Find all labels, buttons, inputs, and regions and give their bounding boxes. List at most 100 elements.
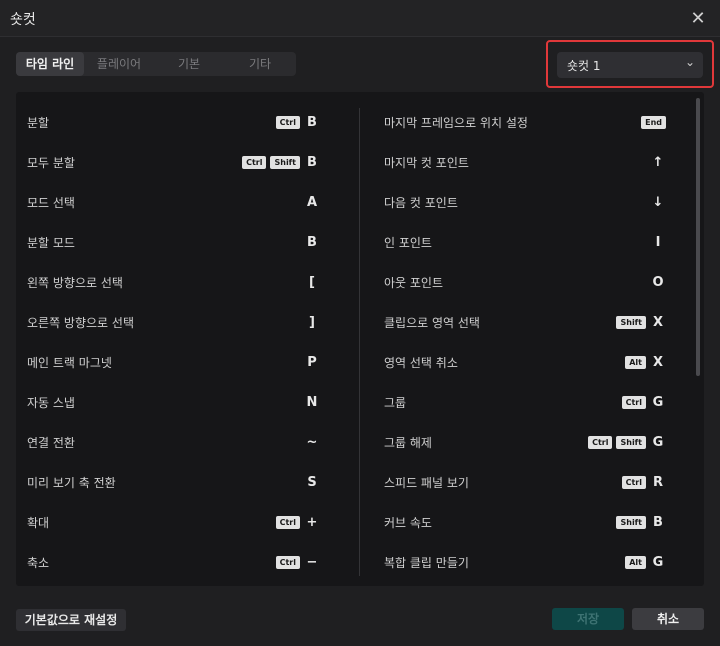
tab-basic[interactable]: 기본 [154,52,224,76]
main-key: B [307,234,317,250]
shortcut-keys[interactable]: Ctrl Shift G [588,432,666,452]
main-key: I [655,234,661,250]
column-divider [359,108,360,576]
shortcut-label: 자동 스냅 [27,396,75,410]
shortcut-row[interactable]: 분할 모드 B [27,232,320,252]
shortcut-row[interactable]: 분할 Ctrl B [27,112,320,132]
shortcut-keys[interactable]: Shift B [616,512,666,532]
shortcut-row[interactable]: 그룹 해제 Ctrl Shift G [384,432,666,452]
reset-defaults-button[interactable]: 기본값으로 재설정 [16,609,126,631]
shortcut-keys[interactable]: I [650,232,666,252]
shortcut-row[interactable]: 마지막 프레임으로 위치 설정 End [384,112,666,132]
shortcut-keys[interactable]: ↓ [650,192,666,212]
main-key: − [306,554,318,570]
shortcut-keys[interactable]: ] [304,312,320,332]
shortcut-row[interactable]: 메인 트랙 마그넷 P [27,352,320,372]
shortcut-keys[interactable]: Shift X [616,312,666,332]
main-key: X [652,314,664,330]
tab-other[interactable]: 기타 [224,52,296,76]
modifier-key: Shift [616,515,646,529]
shortcut-label: 확대 [27,516,50,530]
shortcut-row[interactable]: 그룹 Ctrl G [384,392,666,412]
shortcut-row[interactable]: 연결 전환 ~ [27,432,320,452]
shortcut-row[interactable]: 자동 스냅 N [27,392,320,412]
shortcut-row[interactable]: 다음 컷 포인트 ↓ [384,192,666,212]
preset-value: 숏컷 1 [567,59,601,73]
shortcut-label: 메인 트랙 마그넷 [27,356,112,370]
shortcut-keys[interactable]: End [641,112,666,132]
shortcut-label: 아웃 포인트 [384,276,444,290]
modifier-key: Shift [616,435,646,449]
close-icon[interactable]: ✕ [686,6,710,30]
main-key: B [653,514,663,530]
shortcut-label: 분할 [27,116,50,130]
shortcut-row[interactable]: 미리 보기 축 전환 S [27,472,320,492]
shortcut-row[interactable]: 영역 선택 취소 Alt X [384,352,666,372]
shortcut-keys[interactable]: P [304,352,320,372]
shortcut-keys[interactable]: Ctrl + [275,512,320,532]
shortcut-label: 영역 선택 취소 [384,356,458,370]
shortcut-keys[interactable]: ↑ [650,152,666,172]
shortcut-label: 모드 선택 [27,196,75,210]
shortcut-row[interactable]: 커브 속도 Shift B [384,512,666,532]
shortcut-label: 오른쪽 방향으로 선택 [27,316,134,330]
modifier-key: End [641,115,666,129]
main-key: G [652,394,664,410]
save-button[interactable]: 저장 [552,608,624,630]
main-key: A [306,194,318,210]
shortcut-row[interactable]: 모두 분할 Ctrl Shift B [27,152,320,172]
shortcut-keys[interactable]: Ctrl B [275,112,320,132]
shortcut-label: 모두 분할 [27,156,75,170]
shortcut-preset-dropdown[interactable]: 숏컷 1 ⌄ [557,52,703,78]
shortcut-label: 그룹 해제 [384,436,432,450]
shortcut-label: 왼쪽 방향으로 선택 [27,276,123,290]
shortcut-row[interactable]: 오른쪽 방향으로 선택] [27,312,320,332]
main-key: B [307,114,317,130]
modifier-key: Ctrl [621,475,646,489]
shortcut-row[interactable]: 스피드 패널 보기 Ctrl R [384,472,666,492]
main-key: ↑ [652,154,664,170]
shortcut-label: 복합 클립 만들기 [384,556,469,570]
main-key: ~ [306,434,318,450]
shortcut-row[interactable]: 클립으로 영역 선택 Shift X [384,312,666,332]
modifier-key: Alt [625,355,646,369]
cancel-button[interactable]: 취소 [632,608,704,630]
shortcut-keys[interactable]: Ctrl − [275,552,320,572]
main-key: ↓ [652,194,664,210]
shortcut-keys[interactable]: ~ [304,432,320,452]
shortcut-keys[interactable]: Ctrl G [621,392,666,412]
shortcut-row[interactable]: 아웃 포인트 O [384,272,666,292]
modifier-key: Ctrl [621,395,646,409]
modifier-key: Ctrl [275,555,300,569]
main-key: S [307,474,317,490]
tab-timeline[interactable]: 타임 라인 [16,52,84,76]
shortcut-row[interactable]: 마지막 컷 포인트 ↑ [384,152,666,172]
shortcut-label: 축소 [27,556,50,570]
modifier-key: Ctrl [588,435,613,449]
shortcut-keys[interactable]: Alt X [625,352,666,372]
shortcut-row[interactable]: 왼쪽 방향으로 선택 [ [27,272,320,292]
modifier-key: Shift [270,155,300,169]
window-title: 숏컷 [10,12,36,28]
shortcut-list-panel: 분할 Ctrl B 모두 분할 Ctrl Shift B 모드 선택 A 분할 모드 B 왼쪽 방향으… [16,92,704,586]
shortcut-row[interactable]: 모드 선택 A [27,192,320,212]
shortcut-keys[interactable]: Alt G [625,552,666,572]
title-bar: 숏컷 ✕ [0,0,720,37]
shortcut-row[interactable]: 축소 Ctrl − [27,552,320,572]
shortcut-keys[interactable]: S [304,472,320,492]
shortcut-row[interactable]: 확대 Ctrl + [27,512,320,532]
shortcut-keys[interactable]: O [650,272,666,292]
main-key: P [307,354,317,370]
shortcut-keys[interactable]: Ctrl Shift B [242,152,320,172]
shortcut-keys[interactable]: Ctrl R [621,472,666,492]
shortcut-row[interactable]: 인 포인트 I [384,232,666,252]
shortcut-keys[interactable]: B [304,232,320,252]
main-key: O [652,274,664,290]
category-tabs: 타임 라인 플레이어 기본 기타 [16,52,296,76]
shortcut-keys[interactable]: [ [304,272,320,292]
shortcut-keys[interactable]: A [304,192,320,212]
tab-player[interactable]: 플레이어 [84,52,154,76]
shortcut-keys[interactable]: N [304,392,320,412]
shortcut-row[interactable]: 복합 클립 만들기 Alt G [384,552,666,572]
scrollbar[interactable] [696,98,700,376]
